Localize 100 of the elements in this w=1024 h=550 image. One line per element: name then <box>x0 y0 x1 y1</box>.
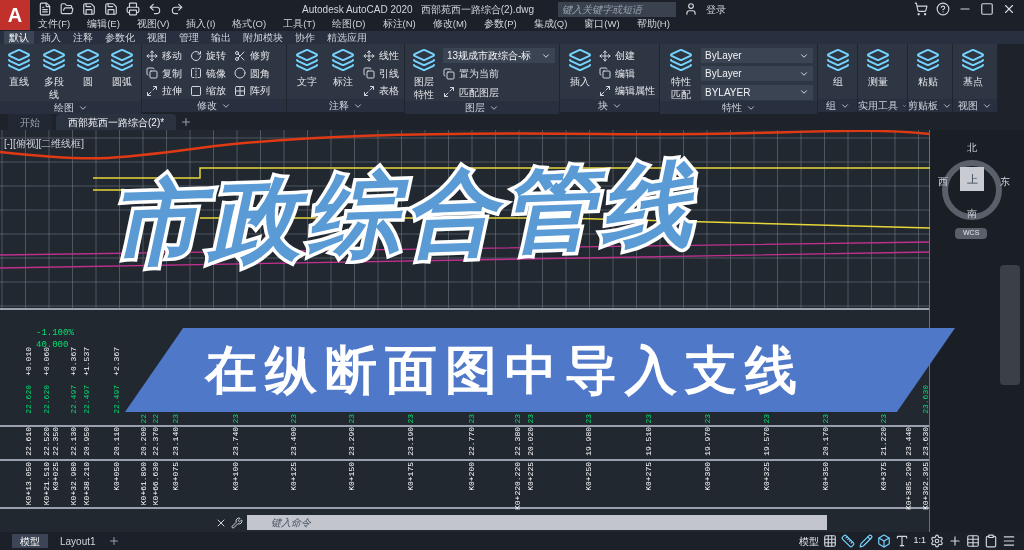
ribbon-tab[interactable]: 协作 <box>290 31 320 44</box>
model-space-button[interactable]: 模型 <box>799 533 820 549</box>
grid-icon[interactable] <box>823 534 838 548</box>
layout-tab[interactable]: Layout1 <box>52 534 104 548</box>
ribbon-tool-button[interactable]: 组 <box>822 48 853 99</box>
ribbon-tool-button[interactable]: 拉伸 <box>146 83 182 99</box>
document-tab[interactable]: 西部苑西一路综合(2)* <box>56 114 177 130</box>
ribbon-tool-button[interactable]: 旋转 <box>190 48 226 63</box>
property-dropdown[interactable]: ByLayer <box>701 48 813 63</box>
design-elevation: 23.140 <box>172 427 180 456</box>
panel-title[interactable]: 块 <box>597 99 608 112</box>
ribbon-tool-button[interactable]: 文字 <box>291 48 323 99</box>
document-tab[interactable]: 开始 <box>8 114 52 130</box>
menu-item[interactable]: 修改(M) <box>432 17 467 32</box>
ribbon-tool-button[interactable]: 多段线 <box>38 48 69 101</box>
menu-item[interactable]: 视图(V) <box>136 17 170 32</box>
wrench-icon[interactable] <box>231 516 243 529</box>
clipboard-icon[interactable] <box>984 534 998 548</box>
ribbon-tool-button[interactable]: 复制 <box>146 65 182 81</box>
ribbon-tab[interactable]: 输出 <box>206 31 236 44</box>
property-dropdown[interactable]: BYLAYER <box>701 84 813 100</box>
menu-item[interactable]: 工具(T) <box>283 17 316 32</box>
menu-item[interactable]: 插入(I) <box>186 17 216 32</box>
ribbon-tool-button[interactable]: 镜像 <box>190 65 226 81</box>
ribbon-tool-button[interactable]: 修剪 <box>234 48 270 63</box>
viewport-label[interactable]: [-][俯视][二维线框] <box>4 136 84 151</box>
menu-item[interactable]: 格式(O) <box>232 17 267 32</box>
menu-item[interactable]: 集成(Q) <box>533 17 568 32</box>
ribbon-tool-button[interactable]: 插入 <box>564 48 595 99</box>
search-field[interactable]: 键入关键字或短语 <box>558 1 676 17</box>
ribbon-tool-button[interactable]: 标注 <box>327 48 359 99</box>
sign-in-link[interactable]: 登录 <box>706 1 726 17</box>
ribbon-tool-button[interactable]: 编辑属性 <box>599 83 655 99</box>
ribbon-tool-button[interactable]: 匹配图层 <box>443 84 555 100</box>
panel-title[interactable]: 修改 <box>197 99 217 112</box>
snap-icon[interactable] <box>877 534 892 548</box>
ribbon-tool-button[interactable]: 基点 <box>957 48 989 99</box>
add-layout-icon[interactable] <box>107 535 120 547</box>
ribbon-tool-button[interactable]: 圆角 <box>234 65 270 81</box>
layout-tab[interactable]: 模型 <box>12 534 48 548</box>
table-icon[interactable] <box>966 534 980 548</box>
viewcube-north[interactable]: 北 <box>967 140 977 155</box>
ribbon-tool-button[interactable]: 直线 <box>4 48 34 101</box>
tool-icon <box>110 48 134 72</box>
station-label: K0+13.050 <box>25 462 33 506</box>
ribbon-tab[interactable]: 注释 <box>68 31 98 44</box>
ribbon-tool-button[interactable]: 移动 <box>146 48 182 63</box>
ribbon-tool-button[interactable]: 圆弧 <box>107 48 137 101</box>
existing-elevation: 23 <box>290 414 298 424</box>
ribbon-tool-button[interactable]: 编辑 <box>599 65 655 81</box>
menu-item[interactable]: 参数(P) <box>483 17 517 32</box>
panel-title[interactable]: 绘图 <box>53 101 74 114</box>
ribbon-tool-button[interactable]: 创建 <box>599 48 655 63</box>
menu-item[interactable]: 帮助(H) <box>636 17 670 32</box>
property-dropdown[interactable]: 13规成市政综合-标 <box>443 48 555 63</box>
existing-elevation: 23 <box>514 414 522 424</box>
plus-icon[interactable] <box>948 534 962 548</box>
ribbon-tool-button[interactable]: 置为当前 <box>443 66 555 82</box>
ribbon-tab[interactable]: 精选应用 <box>322 31 372 44</box>
ribbon-tool-button[interactable]: 图层特性 <box>409 48 439 101</box>
ortho-icon[interactable] <box>841 534 856 548</box>
ribbon-tool-button[interactable]: 引线 <box>363 65 399 81</box>
viewcube-east[interactable]: 东 <box>1000 174 1010 189</box>
tool-icon <box>443 86 455 99</box>
menu-item[interactable]: 绘图(D) <box>332 17 366 32</box>
add-tab-icon[interactable] <box>180 116 193 128</box>
panel-title[interactable]: 特性 <box>721 101 742 114</box>
ribbon-tool-button[interactable]: 阵列 <box>234 83 270 99</box>
ribbon-tool-button[interactable]: 粘贴 <box>912 48 944 99</box>
polar-icon[interactable] <box>859 534 874 548</box>
ribbon-tool-button[interactable]: 缩放 <box>190 83 226 99</box>
ribbon-tab[interactable]: 默认 <box>4 31 34 44</box>
ribbon-tab[interactable]: 插入 <box>36 31 66 44</box>
ribbon-tool-button[interactable]: 线性 <box>363 48 399 63</box>
app-menu-button[interactable]: A <box>0 0 30 30</box>
ribbon-tab[interactable]: 附加模块 <box>238 31 288 44</box>
settings-icon[interactable] <box>930 534 944 548</box>
ribbon-tool-button[interactable]: 表格 <box>363 83 399 99</box>
panel-title[interactable]: 图层 <box>465 101 485 114</box>
ribbon-tab[interactable]: 管理 <box>174 31 204 44</box>
design-elevation: 20.200 <box>140 427 148 456</box>
scale-button[interactable]: 1:1 <box>913 534 926 548</box>
ribbon-tab[interactable]: 参数化 <box>100 31 140 44</box>
menu-item[interactable]: 文件(F) <box>38 17 71 32</box>
ribbon-tab[interactable]: 视图 <box>142 31 172 44</box>
ribbon-tool-button[interactable]: 测量 <box>862 48 894 99</box>
viewcube-west[interactable]: 西 <box>938 174 948 189</box>
existing-elevation: 23 <box>232 414 240 424</box>
ribbon-tool-button[interactable]: 圆 <box>73 48 103 101</box>
command-input[interactable]: 键入命令 <box>247 515 827 530</box>
viewcube-top[interactable]: 上 <box>960 167 984 191</box>
ribbon-tool-button[interactable]: 特性匹配 <box>664 48 697 101</box>
menu-icon[interactable] <box>1002 534 1016 548</box>
annotation-icon[interactable] <box>895 534 910 548</box>
viewcube-south[interactable]: 南 <box>967 206 977 221</box>
menu-item[interactable]: 窗口(W) <box>584 17 620 32</box>
panel-title[interactable]: 注释 <box>328 99 349 112</box>
menu-item[interactable]: 标注(N) <box>382 17 416 32</box>
property-dropdown[interactable]: ByLayer <box>701 66 813 82</box>
menu-item[interactable]: 编辑(E) <box>87 17 120 32</box>
